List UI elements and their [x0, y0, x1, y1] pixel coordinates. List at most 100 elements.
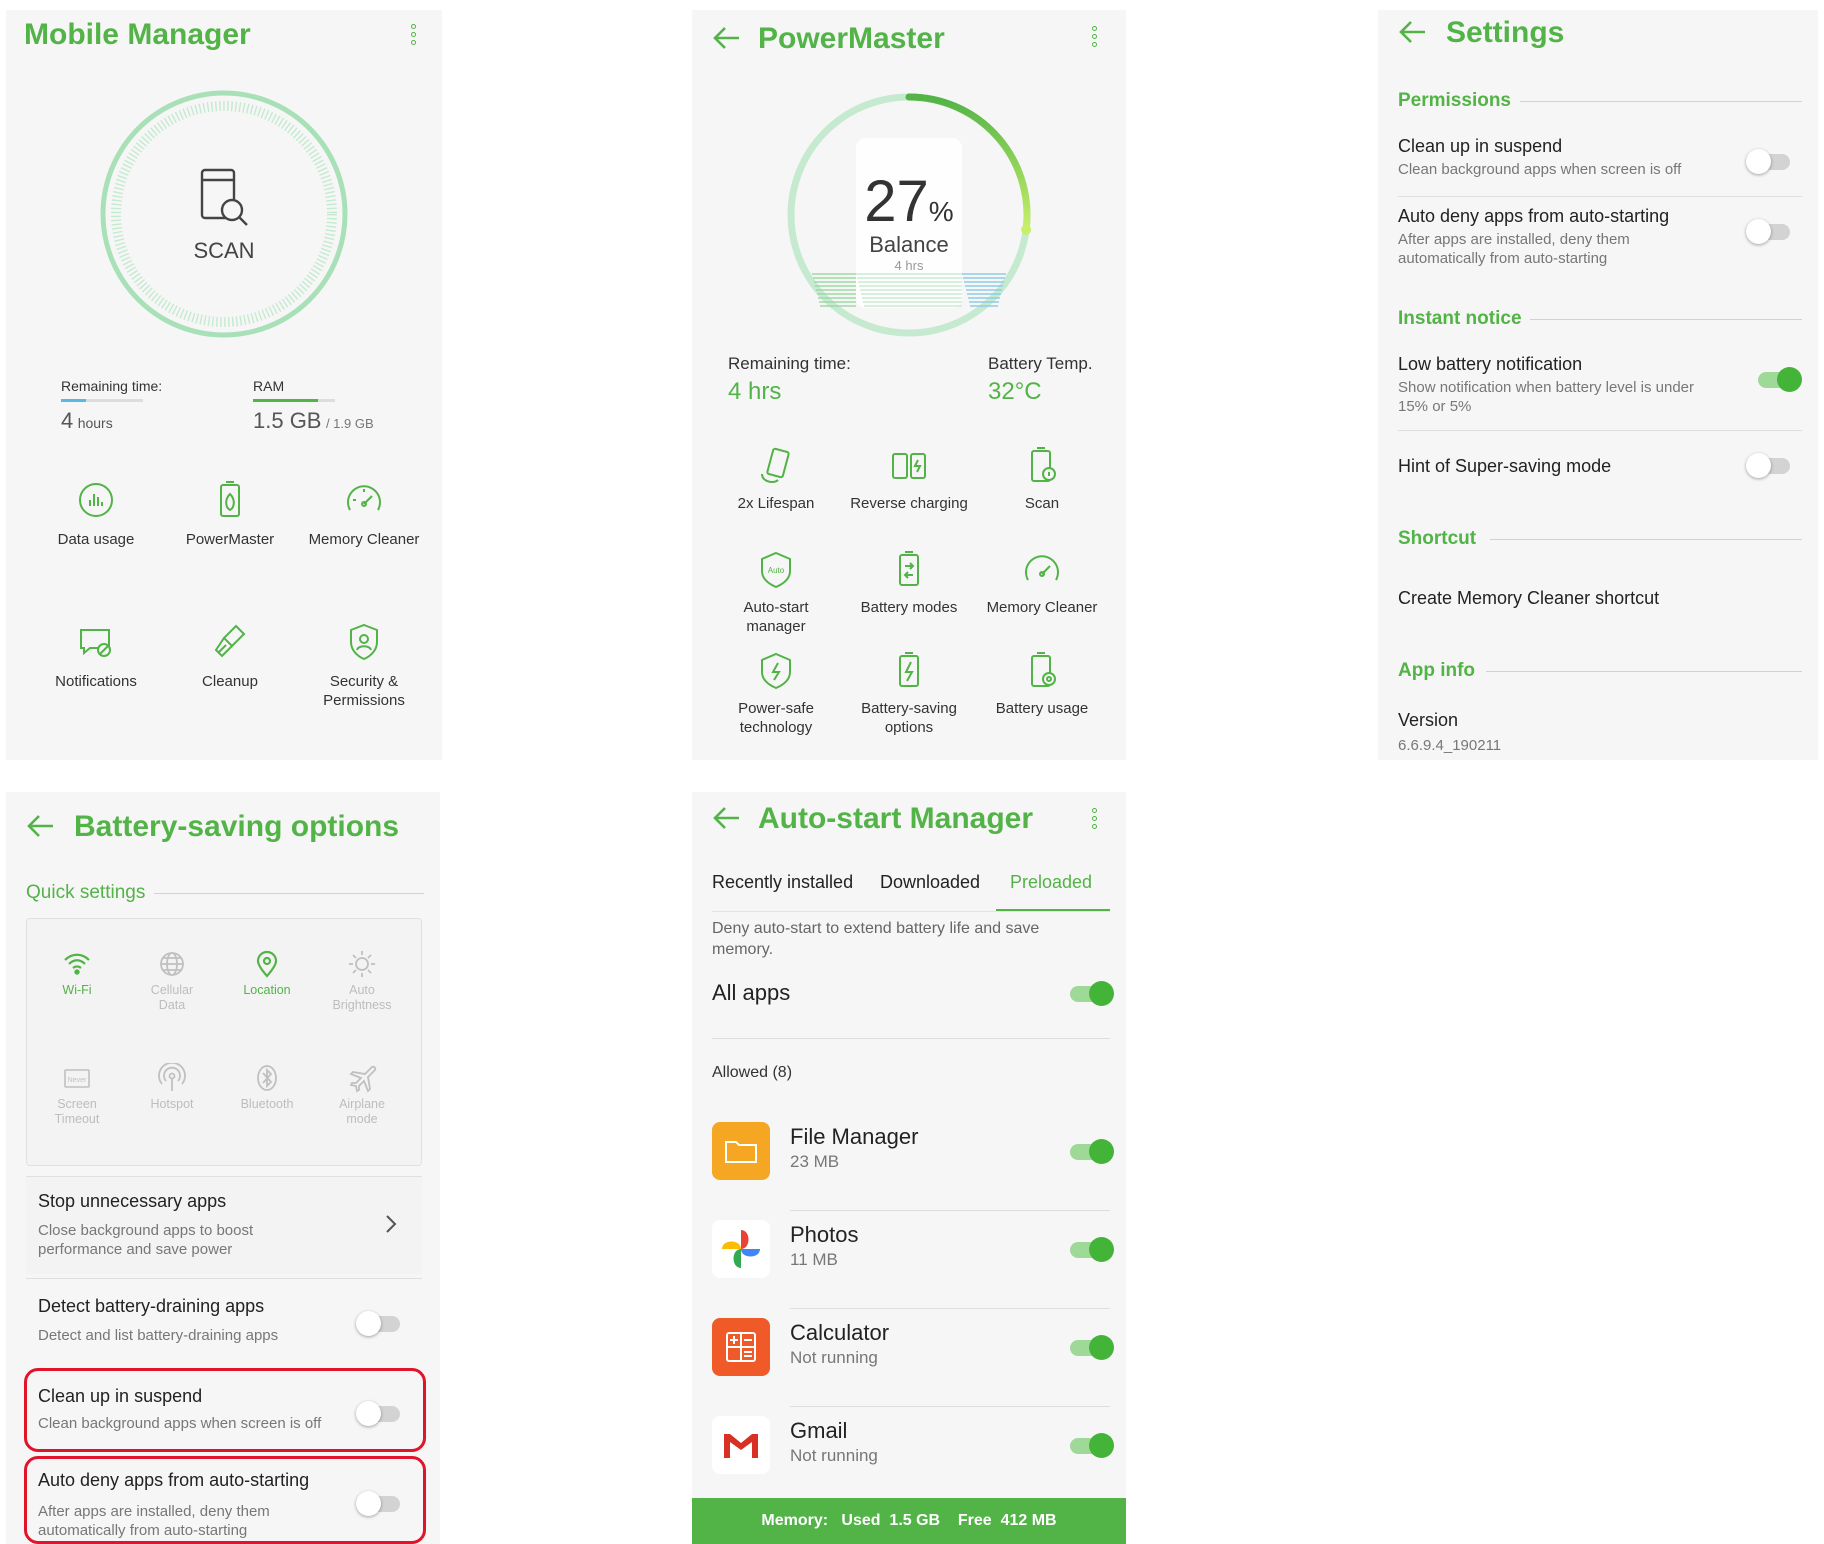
section-instant-notice: Instant notice — [1398, 308, 1522, 329]
qs-airplane-mode[interactable]: Airplane mode — [314, 1063, 410, 1127]
app-toggle[interactable] — [1068, 1334, 1114, 1360]
row-subtitle: Clean background apps when screen is off — [1398, 161, 1682, 178]
tile-cleanup[interactable]: Cleanup — [160, 622, 300, 702]
app-status: Not running — [790, 1446, 878, 1465]
qs-auto-brightness[interactable]: Auto Brightness — [314, 949, 410, 1013]
all-apps-row[interactable]: All apps — [692, 970, 1126, 1020]
row-subtitle: Close background apps to boost performan… — [38, 1222, 254, 1258]
version-value: 6.6.9.4_190211 — [1398, 737, 1502, 754]
app-toggle[interactable] — [1068, 1138, 1114, 1164]
setting-row-autodeny[interactable]: Auto deny apps from auto-starting After … — [1378, 206, 1818, 276]
app-name: File Manager — [790, 1124, 919, 1149]
cleanup-toggle[interactable] — [1746, 148, 1792, 174]
back-arrow-icon[interactable] — [712, 806, 740, 830]
app-name: Calculator — [790, 1320, 890, 1345]
notifications-icon — [76, 622, 116, 662]
cleanup-toggle[interactable] — [356, 1400, 402, 1426]
hint-toggle[interactable] — [1746, 452, 1792, 478]
setting-row-low-battery[interactable]: Low battery notification Show notificati… — [1378, 354, 1818, 424]
row-title: Detect battery-draining apps — [38, 1296, 265, 1316]
auto-deny-row[interactable]: Auto deny apps from auto-starting After … — [26, 1458, 422, 1542]
app-row[interactable]: Calculator Not running — [692, 1314, 1126, 1406]
row-title: Auto deny apps from auto-starting — [1398, 206, 1670, 226]
remaining-time-value: 4 hours — [61, 408, 113, 433]
battery-modes-icon — [889, 550, 929, 590]
detect-battery-draining-row[interactable]: Detect battery-draining apps Detect and … — [26, 1282, 422, 1360]
hotspot-icon — [158, 1063, 186, 1091]
data-usage-icon — [76, 480, 116, 520]
svg-text:Never: Never — [68, 1077, 87, 1084]
more-menu-icon[interactable] — [409, 24, 417, 50]
qs-location[interactable]: Location — [219, 949, 315, 998]
tile-label: Scan — [1024, 495, 1060, 512]
page-title: Settings — [1446, 16, 1565, 49]
scan-button[interactable]: SCAN — [98, 88, 350, 340]
clean-up-in-suspend-row[interactable]: Clean up in suspend Clean background app… — [26, 1370, 422, 1450]
page-title: Mobile Manager — [24, 18, 251, 51]
more-menu-icon[interactable] — [1090, 808, 1098, 834]
row-title: Stop unnecessary apps — [38, 1191, 227, 1211]
tile-scan[interactable]: Scan — [958, 446, 1126, 526]
mobile-manager-screen: Mobile Manager SCAN Remaining time: 4 ho… — [6, 10, 442, 760]
low-battery-toggle[interactable] — [1756, 366, 1802, 392]
qs-screen-timeout[interactable]: Never Screen Timeout — [29, 1063, 125, 1127]
tile-battery-usage[interactable]: Battery usage — [958, 651, 1126, 731]
qs-cellular-data[interactable]: Cellular Data — [124, 949, 220, 1013]
tile-memory-cleaner[interactable]: Memory Cleaner — [958, 550, 1126, 630]
more-menu-icon[interactable] — [1090, 26, 1098, 52]
detect-toggle[interactable] — [356, 1310, 402, 1336]
setting-row-cleanup[interactable]: Clean up in suspend Clean background app… — [1378, 136, 1818, 196]
create-shortcut-row[interactable]: Create Memory Cleaner shortcut — [1398, 588, 1659, 609]
app-toggle[interactable] — [1068, 1432, 1114, 1458]
tile-label: Security & Permissions — [323, 673, 405, 709]
tile-memory-cleaner[interactable]: Memory Cleaner — [294, 480, 434, 560]
tile-label: Memory Cleaner — [986, 599, 1098, 616]
location-icon — [256, 950, 278, 978]
scan-ring-icon — [100, 90, 348, 338]
tab-downloaded[interactable]: Downloaded — [880, 872, 980, 893]
page-title: Battery-saving options — [74, 810, 400, 843]
autodeny-toggle[interactable] — [1746, 218, 1792, 244]
battery-gauge: 27% Balance 4 hrs — [784, 90, 1034, 340]
battery-saving-icon — [889, 651, 929, 691]
row-title: Clean up in suspend — [38, 1386, 203, 1406]
page-title: Auto-start Manager — [758, 802, 1034, 835]
app-row[interactable]: File Manager 23 MB — [692, 1118, 1126, 1210]
section-app-info: App info — [1398, 660, 1476, 681]
memory-cleaner-icon — [344, 480, 384, 520]
row-title: Auto deny apps from auto-starting — [38, 1470, 310, 1490]
divider — [1398, 430, 1802, 431]
row-subtitle: Detect and list battery-draining apps — [38, 1327, 279, 1344]
autodeny-toggle[interactable] — [356, 1490, 402, 1516]
section-divider — [154, 893, 424, 894]
qs-wifi[interactable]: Wi-Fi — [29, 949, 125, 998]
back-arrow-icon[interactable] — [1398, 20, 1426, 44]
app-row[interactable]: Photos 11 MB — [692, 1216, 1126, 1308]
tile-label: Data usage — [57, 531, 135, 548]
tab-preloaded[interactable]: Preloaded — [1010, 872, 1092, 893]
tile-data-usage[interactable]: Data usage — [26, 480, 166, 560]
tile-powermaster[interactable]: PowerMaster — [160, 480, 300, 560]
ram-label: RAM — [253, 378, 285, 394]
stop-unnecessary-apps-row[interactable]: Stop unnecessary apps Close background a… — [26, 1176, 422, 1274]
tile-security-permissions[interactable]: Security & Permissions — [294, 622, 434, 712]
app-toggle[interactable] — [1068, 1236, 1114, 1262]
balance-label: Balance — [869, 232, 949, 257]
description: Deny auto-start to extend battery life a… — [712, 920, 1040, 958]
all-apps-toggle[interactable] — [1068, 980, 1114, 1006]
section-divider — [1486, 671, 1802, 672]
back-arrow-icon[interactable] — [26, 814, 54, 838]
tab-recently-installed[interactable]: Recently installed — [712, 872, 853, 893]
section-divider — [1530, 319, 1802, 320]
setting-row-hint[interactable]: Hint of Super-saving mode — [1378, 453, 1818, 496]
qs-hotspot[interactable]: Hotspot — [124, 1063, 220, 1112]
app-status: Not running — [790, 1348, 878, 1367]
app-row[interactable]: Gmail Not running — [692, 1412, 1126, 1504]
row-subtitle: After apps are installed, deny them auto… — [1398, 231, 1630, 267]
powermaster-screen: PowerMaster 27% Balance 4 hrs Remaining … — [692, 10, 1126, 760]
battery-temp-value: 32°C — [988, 378, 1042, 405]
qs-bluetooth[interactable]: Bluetooth — [219, 1063, 315, 1112]
back-arrow-icon[interactable] — [712, 26, 740, 50]
tile-notifications[interactable]: Notifications — [26, 622, 166, 702]
powermaster-icon — [210, 480, 250, 520]
